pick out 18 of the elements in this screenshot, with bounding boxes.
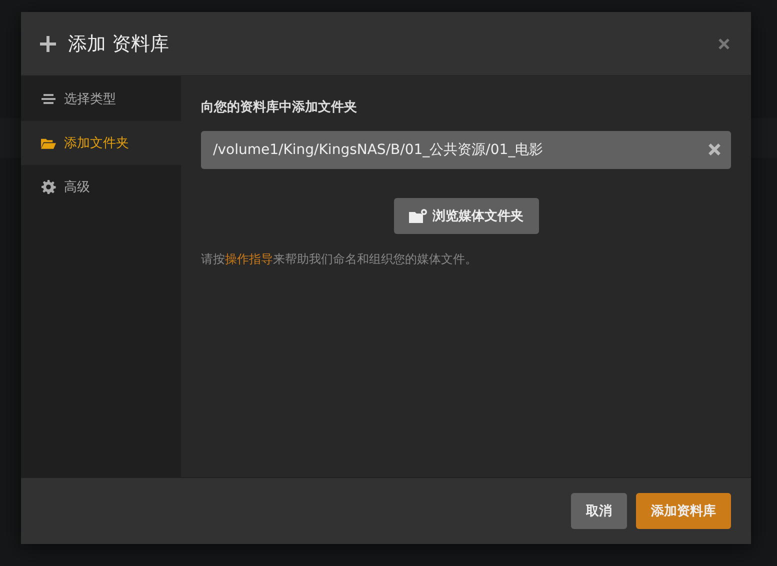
guide-link[interactable]: 操作指导 [225, 252, 273, 266]
gear-icon [41, 180, 56, 194]
browse-button[interactable]: 浏览媒体文件夹 [394, 198, 538, 234]
cancel-button[interactable]: 取消 [571, 493, 627, 529]
sidebar-item[interactable]: 选择类型 [21, 77, 181, 121]
add-library-button[interactable]: 添加资料库 [636, 493, 731, 529]
plus-icon [40, 36, 56, 52]
clear-icon[interactable] [708, 143, 721, 156]
dialog-title: 添加 资料库 [68, 32, 170, 56]
folder-icon [408, 209, 426, 223]
path-field[interactable]: /volume1/King/KingsNAS/B/01_公共资源/01_电影 [201, 131, 731, 169]
sidebar-item[interactable]: 高级 [21, 165, 181, 209]
sidebar-item[interactable]: 添加文件夹 [21, 121, 181, 165]
close-icon[interactable] [718, 38, 730, 50]
list-icon [41, 93, 56, 105]
help-text: 请按操作指导来帮助我们命名和组织您的媒体文件。 [201, 251, 478, 268]
folder-icon [41, 136, 56, 150]
section-heading: 向您的资料库中添加文件夹 [201, 98, 358, 116]
